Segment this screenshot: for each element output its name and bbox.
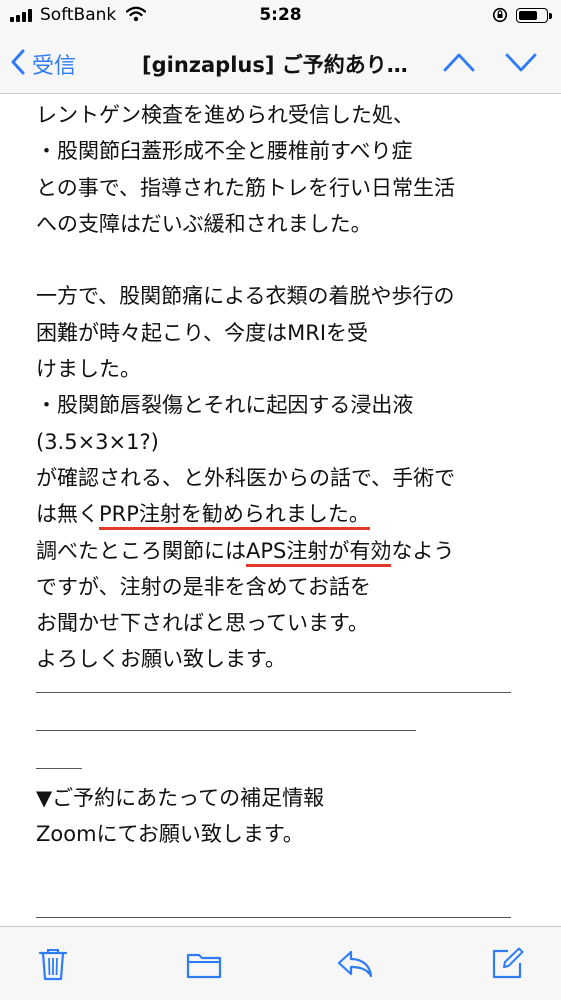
chevron-down-icon: [505, 53, 537, 72]
status-time: 5:28: [259, 5, 302, 25]
chevron-left-icon: [10, 49, 26, 79]
divider-line: [36, 917, 511, 919]
folder-icon: [186, 953, 222, 979]
body-line: けました。: [36, 357, 141, 382]
body-text: は無く: [36, 502, 99, 527]
body-line: ・股関節臼蓋形成不全と腰椎前すべり症: [36, 139, 413, 164]
previous-message-button[interactable]: [442, 50, 476, 78]
reply-button[interactable]: [336, 949, 374, 983]
body-line: 困難が時々起こり、今度はMRIを受: [36, 320, 369, 345]
status-bar: SoftBank 5:28: [0, 0, 561, 32]
body-line: は無くPRP注射を勧められました。: [36, 493, 526, 531]
body-line: が確認される、と外科医からの話で、手術で: [36, 465, 456, 490]
body-line: への支障はだいぶ緩和されました。: [36, 211, 372, 236]
underlined-text: PRP注射を勧められました。: [99, 502, 370, 531]
body-line: との事で、指導された筋トレを行い日常生活: [36, 175, 455, 200]
body-line: 一方で、股関節痛による衣類の着脱や歩行の: [36, 284, 455, 309]
back-button-label: 受信: [32, 54, 77, 79]
divider-line: [36, 675, 511, 693]
bottom-toolbar: [0, 926, 561, 1000]
body-line: ・股関節唇裂傷とそれに起因する浸出液: [36, 393, 414, 418]
body-text: なよう: [391, 538, 455, 563]
body-line: Zoomにてお願い致します。: [36, 822, 304, 847]
compose-button[interactable]: [490, 947, 524, 985]
underlined-text: APS注射が有効: [246, 538, 392, 567]
body-line: ですが、注射の是非を含めてお話を: [36, 574, 371, 599]
trash-icon: [38, 949, 68, 981]
divider-line: [36, 731, 82, 769]
divider-line: [36, 693, 416, 731]
trash-button[interactable]: [38, 947, 68, 985]
next-message-button[interactable]: [504, 50, 538, 78]
chevron-up-icon: [443, 53, 475, 72]
body-line: よろしくお願い致します。: [36, 647, 286, 672]
battery-icon: [516, 8, 552, 23]
body-line: 調べたところ関節にはAPS注射が有効なよう: [36, 530, 526, 567]
body-text: 調べたところ関節には: [36, 538, 246, 563]
orientation-lock-icon: [492, 7, 508, 28]
body-line: お聞かせ下さればと思っています。: [36, 611, 369, 636]
body-line: ▼ご予約にあたっての補足情報: [36, 785, 325, 810]
body-line: (3.5×3×1?): [36, 429, 159, 454]
nav-bar: 受信 [ginzaplus] ご予約あり…: [0, 32, 561, 94]
back-button[interactable]: 受信: [10, 48, 76, 80]
nav-title: [ginzaplus] ご予約あり…: [142, 53, 408, 77]
reply-icon: [337, 950, 373, 978]
mail-body: レントゲン検査を進められ受信した処、 ・股関節臼蓋形成不全と腰椎前すべり症 との…: [36, 94, 526, 919]
body-line: レントゲン検査を進められ受信した処、: [36, 103, 414, 127]
move-to-folder-button[interactable]: [186, 951, 222, 983]
compose-icon: [492, 947, 524, 979]
